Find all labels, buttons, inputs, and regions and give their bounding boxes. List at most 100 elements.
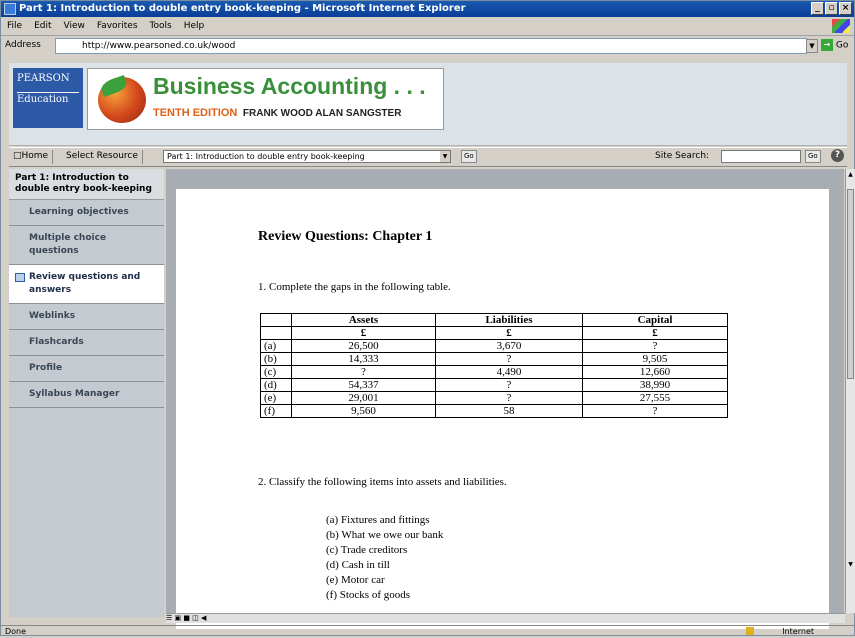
window-title: Part 1: Introduction to double entry boo… — [19, 3, 466, 14]
table-header — [260, 313, 292, 327]
document-page: Review Questions: Chapter 1 1. Complete … — [176, 189, 829, 629]
scroll-up-icon[interactable]: ▲ — [847, 171, 854, 179]
status-text: Done — [5, 627, 27, 636]
pearson-logo-top: PEARSON — [17, 73, 70, 84]
resource-go-button[interactable]: Go — [461, 150, 477, 163]
document-view-toolbar: ☰ ▣ ■ ◫ ◀ — [166, 613, 845, 623]
list-item: (c) Trade creditors — [326, 544, 408, 556]
sidebar-item-syllabus-manager[interactable]: Syllabus Manager — [9, 382, 164, 408]
table-cell: 58 — [435, 404, 583, 418]
address-input[interactable]: http://www.pearsoned.co.uk/wood — [55, 38, 807, 54]
table-cell: 9,560 — [291, 404, 436, 418]
lock-icon — [746, 627, 754, 635]
sidebar-item-learning-objectives[interactable]: Learning objectives — [9, 200, 164, 226]
site-banner: PEARSON Education Business Accounting . … — [9, 63, 847, 146]
list-item: (d) Cash in till — [326, 559, 390, 571]
table-cell: 9,505 — [582, 352, 728, 366]
table-header: Liabilities — [435, 313, 583, 327]
table-cell: 26,500 — [291, 339, 436, 353]
table-header: Capital — [582, 313, 728, 327]
table-cell — [260, 326, 292, 340]
table-cell: ? — [435, 391, 583, 405]
question-2: 2. Classify the following items into ass… — [258, 476, 507, 488]
address-label: Address — [5, 40, 41, 50]
table-row: (b) 14,333? 9,505 — [260, 352, 728, 366]
table-cell: (f) — [260, 404, 292, 418]
help-icon[interactable]: ? — [831, 149, 844, 162]
scroll-down-icon[interactable]: ▼ — [847, 561, 854, 569]
sidebar-heading: Part 1: Introduction to double entry boo… — [9, 169, 164, 200]
menu-bar: File Edit View Favorites Tools Help — [1, 18, 854, 36]
table-cell: £ — [435, 326, 583, 340]
sidebar-item-weblinks[interactable]: Weblinks — [9, 304, 164, 330]
table-cell: (a) — [260, 339, 292, 353]
site-search-label: Site Search: — [655, 151, 710, 161]
select-resource-label: Select Resource — [62, 150, 143, 164]
sidebar-item-review-questions[interactable]: Review questions and answers — [9, 265, 164, 304]
vertical-scrollbar[interactable]: ▲ ▼ — [845, 169, 855, 613]
sidebar-item-multiple-choice[interactable]: Multiple choice questions — [9, 226, 164, 265]
menu-tools[interactable]: Tools — [144, 18, 178, 35]
search-go-button[interactable]: Go — [805, 150, 821, 163]
ie-icon — [4, 3, 16, 15]
browser-window: Part 1: Introduction to double entry boo… — [0, 0, 855, 636]
list-item: (a) Fixtures and fittings — [326, 514, 430, 526]
go-arrow-icon: → — [821, 39, 833, 51]
menu-file[interactable]: File — [1, 18, 28, 35]
table-cell: £ — [291, 326, 436, 340]
book-authors: FRANK WOOD ALAN SANGSTER — [242, 108, 402, 119]
table-cell: (d) — [260, 378, 292, 392]
site-search-input[interactable] — [721, 150, 801, 163]
sidebar-item-label: Review questions and answers — [29, 272, 141, 295]
maximize-button[interactable]: ▫ — [825, 2, 838, 15]
document-viewer: Review Questions: Chapter 1 1. Complete … — [166, 169, 844, 629]
table-cell: 29,001 — [291, 391, 436, 405]
table-header-row: Assets Liabilities Capital — [260, 313, 728, 327]
sidebar: Part 1: Introduction to double entry boo… — [9, 169, 164, 617]
scrollbar-thumb[interactable] — [847, 189, 854, 379]
resource-select-value: Part 1: Introduction to double entry boo… — [167, 152, 365, 161]
minimize-button[interactable]: _ — [811, 2, 824, 15]
book-title-box: Business Accounting . . . TENTH EDITION … — [87, 68, 444, 130]
gaps-table: Assets Liabilities Capital £ £ £ (a) 26,5… — [260, 313, 728, 418]
menu-help[interactable]: Help — [178, 18, 211, 35]
pearson-logo[interactable]: PEARSON Education — [13, 68, 83, 128]
sidebar-item-profile[interactable]: Profile — [9, 356, 164, 382]
home-button[interactable]: □Home — [9, 150, 54, 164]
windows-logo-icon — [832, 19, 850, 33]
table-row: (a) 26,500 3,670? — [260, 339, 728, 353]
list-item: (b) What we owe our bank — [326, 529, 444, 541]
resource-toolbar: □Home Select Resource Part 1: Introducti… — [9, 147, 847, 167]
sidebar-item-flashcards[interactable]: Flashcards — [9, 330, 164, 356]
resource-select[interactable]: Part 1: Introduction to double entry boo… — [163, 150, 451, 163]
sidebar-item-label: Multiple choice questions — [29, 233, 107, 256]
table-cell: ? — [291, 365, 436, 379]
address-dropdown-icon[interactable]: ▼ — [806, 39, 818, 53]
table-row: (f) 9,560 58? — [260, 404, 728, 418]
sidebar-item-label: Profile — [29, 363, 63, 373]
sidebar-item-label: Weblinks — [29, 311, 76, 321]
menu-view[interactable]: View — [58, 18, 91, 35]
list-item: (e) Motor car — [326, 574, 385, 586]
table-cell: 14,333 — [291, 352, 436, 366]
table-cell: (e) — [260, 391, 292, 405]
table-cell: ? — [582, 404, 728, 418]
classify-list: (a) Fixtures and fittings (b) What we ow… — [326, 513, 443, 603]
sidebar-item-label: Syllabus Manager — [29, 389, 120, 399]
table-cell: 38,990 — [582, 378, 728, 392]
address-go-button[interactable]: → Go — [821, 39, 848, 51]
table-cell: (b) — [260, 352, 292, 366]
list-item: (f) Stocks of goods — [326, 589, 411, 601]
menu-favorites[interactable]: Favorites — [91, 18, 144, 35]
table-cell: 4,490 — [435, 365, 583, 379]
book-subtitle: TENTH EDITION FRANK WOOD ALAN SANGSTER — [153, 107, 401, 119]
pearson-logo-bottom: Education — [17, 92, 79, 107]
home-label: Home — [21, 151, 49, 161]
view-mode-icons[interactable]: ☰ ▣ ■ ◫ ◀ — [166, 614, 206, 622]
apple-icon — [98, 74, 146, 123]
close-button[interactable]: × — [839, 2, 852, 15]
active-page-icon — [15, 273, 25, 282]
menu-edit[interactable]: Edit — [28, 18, 57, 35]
chevron-down-icon: ▼ — [440, 151, 450, 162]
table-cell: 54,337 — [291, 378, 436, 392]
